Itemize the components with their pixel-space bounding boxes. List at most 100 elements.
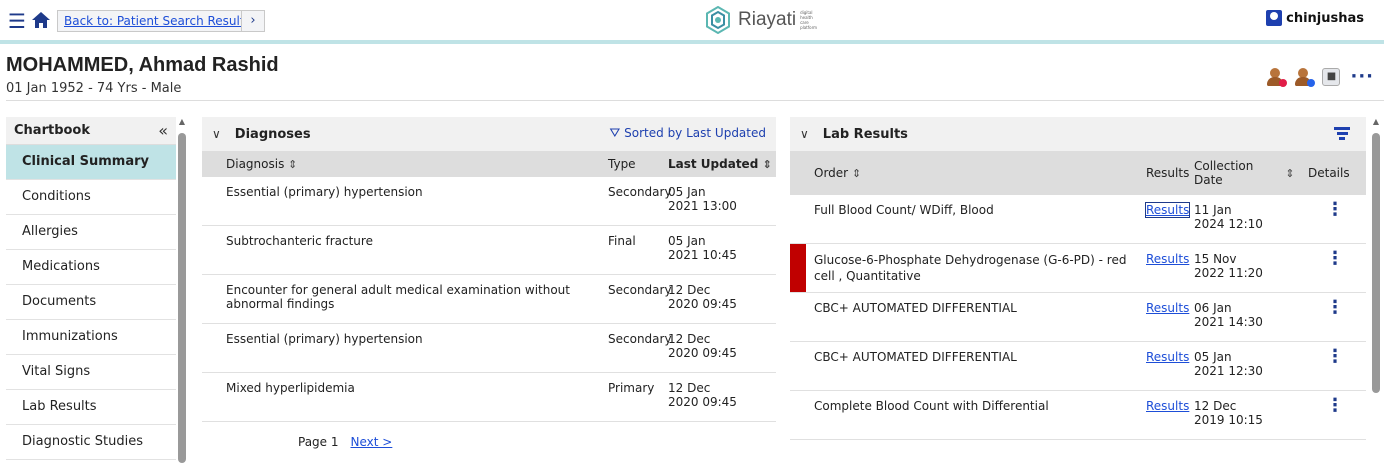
column-header-details: Details xyxy=(1308,166,1350,180)
column-header-order[interactable]: Order ⇕ xyxy=(790,166,1136,180)
lab-order-name: Glucose-6-Phosphate Dehydrogenase (G-6-P… xyxy=(814,253,1127,283)
riayati-logo-icon xyxy=(706,6,730,34)
diagnoses-header: ∨ Diagnoses ⛛ Sorted by Last Updated xyxy=(202,117,776,151)
column-header-results: Results xyxy=(1146,166,1190,180)
results-link[interactable]: Results xyxy=(1144,202,1191,218)
lab-result-row[interactable]: CBC+ AUTOMATED DIFFERENTIAL Results 05 J… xyxy=(790,342,1366,391)
home-icon[interactable] xyxy=(30,10,52,32)
diagnosis-row[interactable]: Essential (primary) hypertension Seconda… xyxy=(202,324,776,373)
collapse-chevron-icon[interactable]: ∨ xyxy=(800,127,809,141)
collection-date: 12 Dec 2019 10:15 xyxy=(1194,399,1263,427)
chartbook-sidebar: Chartbook « Clinical Summary Conditions … xyxy=(6,117,176,460)
sort-arrows-icon: ⇕ xyxy=(762,158,772,171)
results-link[interactable]: Results xyxy=(1146,252,1189,266)
diagnosis-type: Final xyxy=(608,234,636,248)
sort-arrows-icon: ⇕ xyxy=(288,158,298,171)
details-kebab-icon[interactable]: ⋮ xyxy=(1306,250,1344,292)
diagnoses-pager: Page 1 Next > xyxy=(202,422,776,462)
care-team-search-icon[interactable] xyxy=(1294,67,1316,87)
sort-indicator[interactable]: ⛛ Sorted by Last Updated xyxy=(609,126,766,141)
brand-logo: Riayati digital health care platform xyxy=(704,6,822,34)
sort-indicator-label: Sorted by Last Updated xyxy=(624,126,766,140)
diagnosis-row[interactable]: Mixed hyperlipidemia Primary 12 Dec 2020 … xyxy=(202,373,776,422)
diagnosis-date: 05 Jan 2021 13:00 xyxy=(668,185,737,213)
scrollbar-thumb[interactable] xyxy=(1372,133,1380,393)
lab-result-row[interactable]: Complete Blood Count with Differential R… xyxy=(790,391,1366,440)
lock-icon[interactable]: ■ xyxy=(1322,67,1341,86)
diagnosis-date: 05 Jan 2021 10:45 xyxy=(668,234,737,262)
lab-order-name: Full Blood Count/ WDiff, Blood xyxy=(814,203,994,217)
diagnosis-type: Secondary xyxy=(608,283,672,297)
patient-demographics: 01 Jan 1952 - 74 Yrs - Male xyxy=(6,81,182,96)
care-team-alert-icon[interactable] xyxy=(1266,67,1288,87)
diagnosis-date: 12 Dec 2020 09:45 xyxy=(668,332,737,360)
patient-name: MOHAMMED, Ahmad Rashid xyxy=(6,54,279,76)
column-header-collection-date[interactable]: Collection Date xyxy=(1188,159,1272,187)
lab-results-panel: ∨ Lab Results Order ⇕ Results Collection… xyxy=(790,117,1366,440)
scrollbar-thumb[interactable] xyxy=(178,133,186,463)
results-link[interactable]: Results xyxy=(1146,399,1189,413)
collapse-chevron-icon[interactable]: ∨ xyxy=(212,127,221,141)
sidebar-item-diagnostic-studies[interactable]: Diagnostic Studies xyxy=(6,425,176,460)
diagnosis-row[interactable]: Encounter for general adult medical exam… xyxy=(202,275,776,324)
page-indicator: Page 1 xyxy=(298,435,339,449)
sidebar-item-immunizations[interactable]: Immunizations xyxy=(6,320,176,355)
filter-icon[interactable] xyxy=(1334,127,1350,141)
user-menu[interactable]: chinjushas xyxy=(1266,10,1364,26)
details-kebab-icon[interactable]: ⋮ xyxy=(1306,397,1344,439)
next-page-link[interactable]: Next > xyxy=(351,435,393,449)
column-header-diagnosis[interactable]: Diagnosis ⇕ xyxy=(202,157,598,171)
sidebar-item-conditions[interactable]: Conditions xyxy=(6,180,176,215)
details-kebab-icon[interactable]: ⋮ xyxy=(1306,299,1344,341)
sidebar-item-clinical-summary[interactable]: Clinical Summary xyxy=(6,145,176,180)
diagnosis-type: Secondary xyxy=(608,185,672,199)
diagnosis-name: Essential (primary) hypertension xyxy=(226,332,423,346)
collection-date: 06 Jan 2021 14:30 xyxy=(1194,301,1263,329)
brand-tagline: digital health care platform xyxy=(800,10,818,30)
user-avatar-icon xyxy=(1266,10,1283,26)
diagnoses-panel: ∨ Diagnoses ⛛ Sorted by Last Updated Dia… xyxy=(202,117,776,462)
scroll-up-icon[interactable]: ▲ xyxy=(1372,117,1380,126)
diagnosis-date: 12 Dec 2020 09:45 xyxy=(668,381,737,409)
scroll-up-icon[interactable]: ▲ xyxy=(178,117,186,126)
lab-result-row[interactable]: Full Blood Count/ WDiff, Blood Results 1… xyxy=(790,195,1366,244)
diagnosis-type: Primary xyxy=(608,381,655,395)
lab-result-row[interactable]: Glucose-6-Phosphate Dehydrogenase (G-6-P… xyxy=(790,244,1366,293)
chartbook-title: Chartbook xyxy=(14,123,91,138)
top-bar-divider xyxy=(0,40,1384,44)
abnormal-flag xyxy=(790,244,806,292)
forward-button[interactable]: › xyxy=(241,10,265,32)
sidebar-item-documents[interactable]: Documents xyxy=(6,285,176,320)
back-to-search-button[interactable]: Back to: Patient Search Results xyxy=(57,10,258,32)
lab-order-name: CBC+ AUTOMATED DIFFERENTIAL xyxy=(814,301,1017,315)
sidebar-item-medications[interactable]: Medications xyxy=(6,250,176,285)
diagnosis-row[interactable]: Essential (primary) hypertension Seconda… xyxy=(202,177,776,226)
column-header-last-updated[interactable]: Last Updated ⇕ xyxy=(668,157,776,171)
diagnosis-name: Encounter for general adult medical exam… xyxy=(226,283,570,311)
sort-arrows-icon: ⇕ xyxy=(851,167,862,180)
details-kebab-icon[interactable]: ⋮ xyxy=(1306,348,1344,390)
more-options-icon[interactable]: ··· xyxy=(1350,66,1374,87)
menu-icon[interactable]: ☰ xyxy=(6,10,28,32)
brand-name: Riayati xyxy=(738,9,797,30)
lab-result-row[interactable]: CBC+ AUTOMATED DIFFERENTIAL Results 06 J… xyxy=(790,293,1366,342)
sidebar-item-lab-results[interactable]: Lab Results xyxy=(6,390,176,425)
lab-results-header: ∨ Lab Results xyxy=(790,117,1366,151)
column-header-type[interactable]: Type xyxy=(598,157,668,171)
main-scrollbar[interactable]: ▲ xyxy=(1372,115,1380,463)
patient-header-divider xyxy=(6,100,1384,101)
results-link[interactable]: Results xyxy=(1146,301,1189,315)
sidebar-item-vital-signs[interactable]: Vital Signs xyxy=(6,355,176,390)
collection-date: 05 Jan 2021 12:30 xyxy=(1194,350,1263,378)
results-link[interactable]: Results xyxy=(1146,350,1189,364)
sidebar-scrollbar[interactable]: ▲ xyxy=(178,115,186,463)
lab-order-name: CBC+ AUTOMATED DIFFERENTIAL xyxy=(814,350,1017,364)
username: chinjushas xyxy=(1286,10,1364,26)
details-kebab-icon[interactable]: ⋮ xyxy=(1306,201,1344,243)
collapse-sidebar-icon[interactable]: « xyxy=(158,121,168,140)
lab-results-title: Lab Results xyxy=(822,126,908,142)
sidebar-item-allergies[interactable]: Allergies xyxy=(6,215,176,250)
sort-arrows-icon[interactable]: ⇕ xyxy=(1272,166,1298,180)
diagnosis-row[interactable]: Subtrochanteric fracture Final 05 Jan 202… xyxy=(202,226,776,275)
diagnosis-type: Secondary xyxy=(608,332,672,346)
